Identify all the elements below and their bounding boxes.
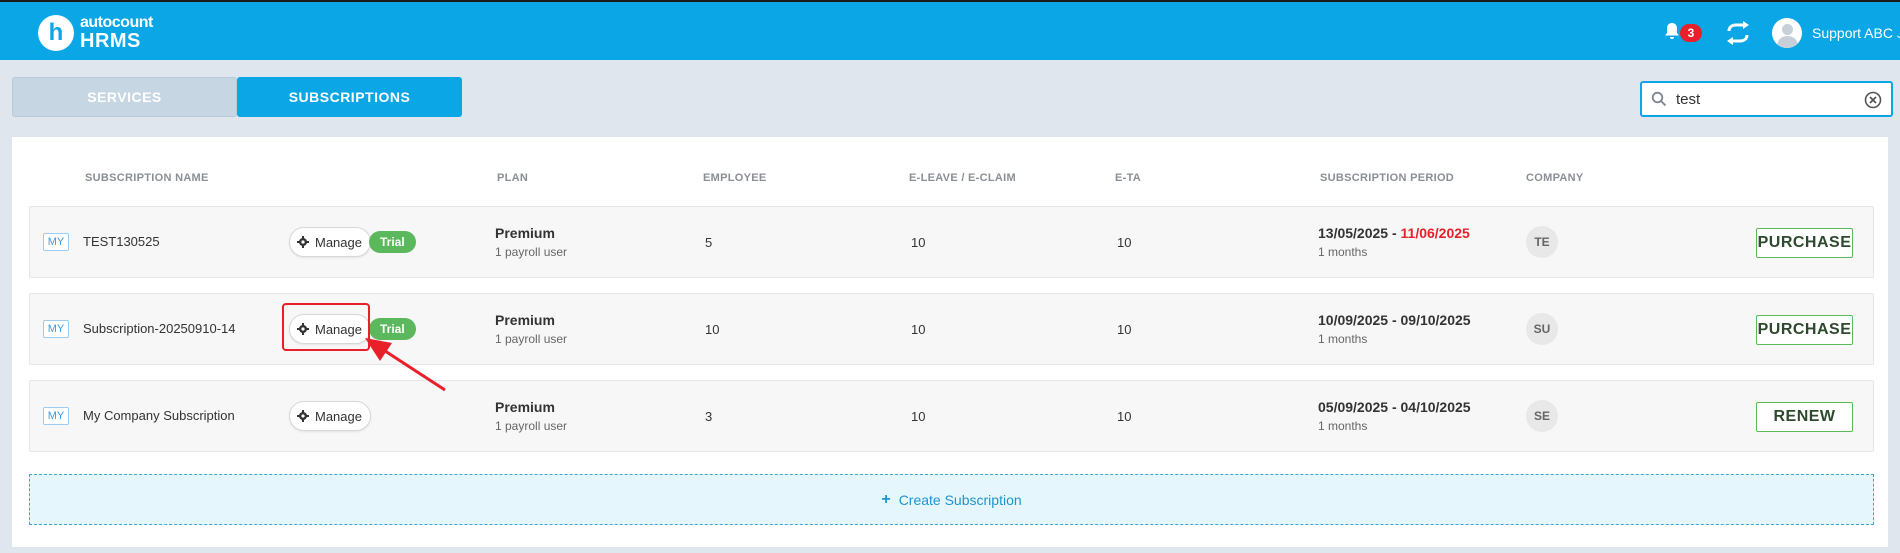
company-avatar: SU [1526, 313, 1558, 345]
manage-button[interactable]: Manage [289, 227, 371, 257]
logo-brand: autocount [80, 14, 153, 31]
period-duration: 1 months [1318, 419, 1368, 433]
country-badge: MY [43, 233, 69, 251]
plan-detail: 1 payroll user [495, 419, 568, 433]
annotation-highlight [282, 303, 370, 351]
tab-subscriptions[interactable]: SUBSCRIPTIONS [237, 77, 462, 117]
logo-product: HRMS [80, 30, 141, 52]
col-plan: PLAN [497, 172, 529, 184]
plan-name: Premium [495, 312, 555, 328]
renew-button[interactable]: RENEW [1756, 402, 1853, 432]
user-avatar[interactable] [1772, 18, 1802, 48]
search-icon [1651, 91, 1667, 107]
country-badge: MY [43, 320, 69, 338]
annotation-arrow [365, 338, 446, 392]
subscription-period: 05/09/2025 - 04/10/2025 [1318, 399, 1471, 415]
search-box [1640, 81, 1893, 117]
subscription-name: TEST130525 [83, 234, 160, 249]
logo-mark: h [38, 15, 74, 51]
eta-count: 10 [1117, 322, 1132, 337]
col-subscription-name: SUBSCRIPTION NAME [85, 172, 209, 184]
eta-count: 10 [1117, 409, 1132, 424]
eleave-count: 10 [911, 322, 926, 337]
subscription-period: 10/09/2025 - 09/10/2025 [1318, 312, 1471, 328]
app-logo[interactable]: h autocount HRMS [38, 15, 153, 51]
tab-services[interactable]: SERVICES [12, 77, 237, 117]
eleave-count: 10 [911, 235, 926, 250]
subscription-name: My Company Subscription [83, 408, 235, 423]
trial-badge: Trial [369, 231, 416, 253]
user-menu[interactable]: Support ABC ⌄ [1812, 25, 1900, 41]
col-eta: E-TA [1115, 172, 1142, 184]
subscription-period: 13/05/2025 - 11/06/2025 [1318, 225, 1470, 241]
bell-icon[interactable] [1664, 22, 1680, 40]
manage-button[interactable]: Manage [289, 401, 371, 431]
employee-count: 3 [705, 409, 713, 424]
subscription-name: Subscription-20250910-14 [83, 321, 236, 336]
user-name: Support ABC [1812, 25, 1893, 41]
company-avatar: SE [1526, 400, 1558, 432]
sync-icon[interactable] [1725, 21, 1751, 45]
purchase-button[interactable]: PURCHASE [1756, 228, 1853, 258]
period-duration: 1 months [1318, 245, 1368, 259]
plus-icon: + [881, 490, 891, 508]
plan-name: Premium [495, 225, 555, 241]
plan-detail: 1 payroll user [495, 245, 568, 259]
col-subscription-period: SUBSCRIPTION PERIOD [1320, 172, 1455, 184]
col-employee: EMPLOYEE [703, 172, 767, 184]
eleave-count: 10 [911, 409, 926, 424]
gear-icon [297, 236, 309, 248]
col-eleave-eclaim: E-LEAVE / E-CLAIM [909, 172, 1016, 184]
country-badge: MY [43, 407, 69, 425]
plan-detail: 1 payroll user [495, 332, 568, 346]
employee-count: 5 [705, 235, 713, 250]
eta-count: 10 [1117, 235, 1132, 250]
plan-name: Premium [495, 399, 555, 415]
top-bar: h autocount HRMS 3 Support ABC ⌄ [0, 0, 1900, 60]
clear-search-icon[interactable] [1864, 91, 1882, 109]
company-avatar: TE [1526, 226, 1558, 258]
col-company: COMPANY [1526, 172, 1584, 184]
create-subscription-button[interactable]: + Create Subscription [29, 474, 1874, 525]
expired-date: 11/06/2025 [1400, 225, 1470, 241]
employee-count: 10 [705, 322, 720, 337]
purchase-button[interactable]: PURCHASE [1756, 315, 1853, 345]
search-input[interactable] [1676, 89, 1856, 109]
gear-icon [297, 410, 309, 422]
chevron-down-icon: ⌄ [1894, 30, 1900, 41]
period-duration: 1 months [1318, 332, 1368, 346]
notification-badge[interactable]: 3 [1680, 24, 1702, 42]
